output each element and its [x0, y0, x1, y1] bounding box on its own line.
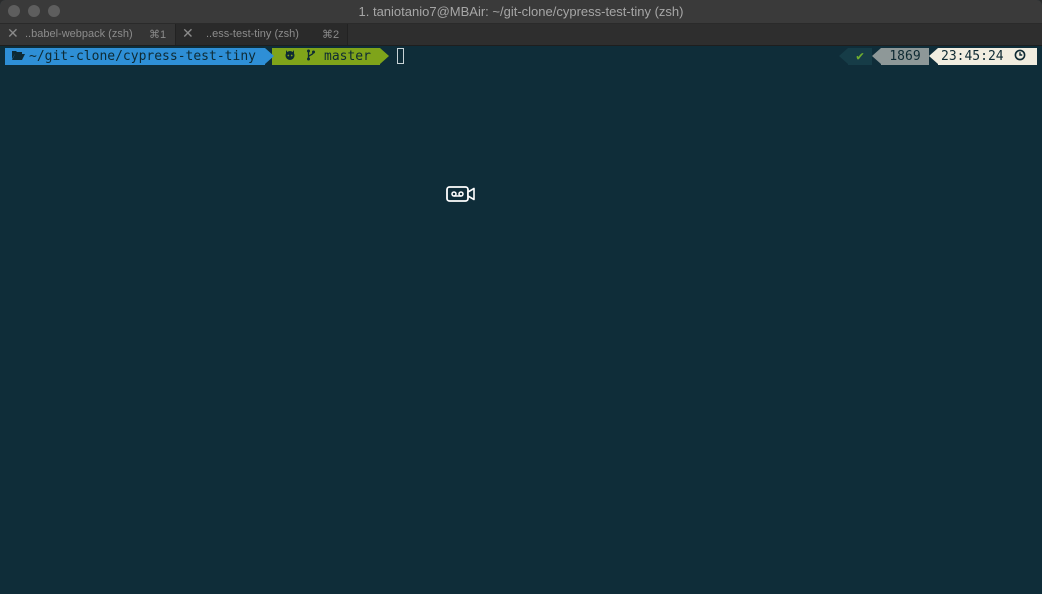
segment-separator: [929, 48, 938, 64]
github-icon: [284, 48, 296, 65]
tab-bar: ✕ ..babel-webpack (zsh) ⌘1 ✕ ..ess-test-…: [0, 24, 1042, 46]
shell-prompt: ~/git-clone/cypress-test-tiny master ✔ 1…: [0, 48, 1042, 65]
segment-separator: [265, 48, 274, 64]
terminal-window: 1. taniotanio7@MBAir: ~/git-clone/cypres…: [0, 0, 1042, 594]
clock-icon: [1014, 48, 1026, 65]
tab-label: ..ess-test-tiny (zsh): [206, 28, 299, 40]
close-tab-icon[interactable]: ✕: [182, 25, 194, 42]
tab-shortcut: ⌘1: [149, 29, 167, 41]
current-time: 23:45:24: [941, 49, 1004, 64]
tab-shortcut: ⌘2: [322, 29, 340, 41]
tab-babel-webpack[interactable]: ✕ ..babel-webpack (zsh) ⌘1: [0, 24, 176, 45]
segment-separator: [872, 48, 881, 64]
tab-label: ..babel-webpack (zsh): [25, 28, 133, 40]
tab-cypress-test-tiny[interactable]: ✕ ..ess-test-tiny (zsh) ⌘2: [176, 24, 348, 45]
current-directory: ~/git-clone/cypress-test-tiny: [29, 49, 256, 64]
close-tab-icon[interactable]: ✕: [7, 25, 19, 42]
segment-separator: [839, 48, 848, 64]
segment-separator: [380, 48, 389, 64]
terminal-cursor: [397, 48, 404, 64]
git-branch-icon: [306, 48, 316, 65]
folder-open-icon: [11, 48, 25, 65]
prompt-history-segment: 1869: [881, 48, 929, 65]
window-title: 1. taniotanio7@MBAir: ~/git-clone/cypres…: [358, 4, 684, 19]
prompt-status-segment: ✔: [848, 48, 872, 65]
history-number: 1869: [889, 49, 921, 64]
git-branch-name: master: [324, 49, 371, 64]
prompt-time-segment: 23:45:24: [938, 48, 1037, 65]
check-icon: ✔: [856, 49, 864, 64]
title-bar[interactable]: 1. taniotanio7@MBAir: ~/git-clone/cypres…: [0, 0, 1042, 24]
prompt-directory-segment: ~/git-clone/cypress-test-tiny: [5, 48, 265, 65]
video-camera-icon: [446, 186, 476, 202]
prompt-git-segment: master: [272, 48, 380, 65]
